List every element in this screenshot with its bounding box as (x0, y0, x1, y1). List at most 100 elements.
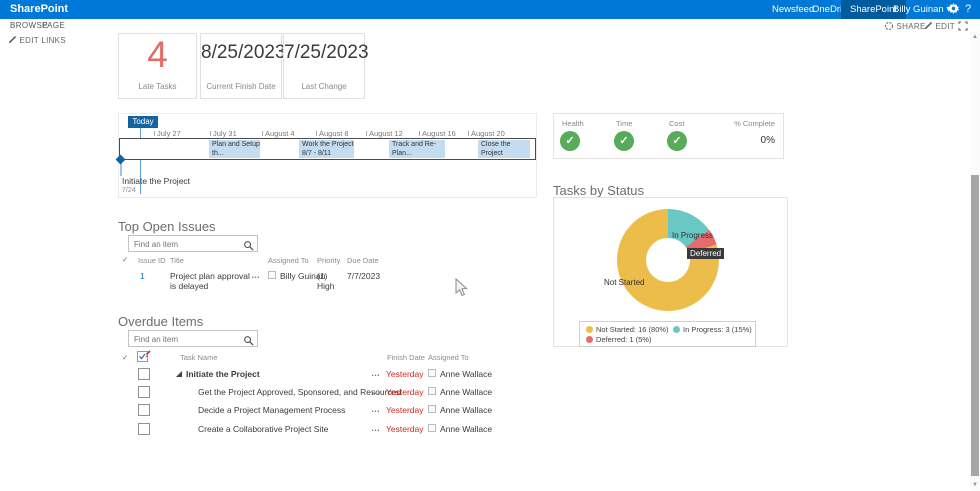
help-button[interactable]: ? (965, 0, 971, 19)
row-checkbox[interactable] (138, 368, 150, 380)
slice-label-deferred: Deferred (687, 248, 724, 259)
col-issue-id[interactable]: Issue ID (138, 256, 166, 265)
milestone-name: Initiate the Project (122, 176, 190, 186)
today-badge: Today (128, 116, 158, 128)
slice-label-not-started: Not Started (604, 278, 644, 287)
task-name[interactable]: Create a Collaborative Project Site (198, 424, 328, 434)
time-label: Time (616, 119, 632, 128)
top-open-issues-title: Top Open Issues (118, 219, 216, 234)
task-name[interactable]: Decide a Project Management Process (198, 405, 345, 415)
help-icon: ? (965, 3, 971, 15)
col-finish-date[interactable]: Finish Date (387, 353, 425, 362)
edit-links-label: EDIT LINKS (20, 36, 66, 45)
row-checkbox[interactable] (138, 404, 150, 416)
select-all-icon[interactable] (137, 350, 151, 368)
share-label: SHARE (897, 22, 926, 31)
task-finish-date: Yesterday (386, 387, 424, 397)
task-assigned-to: Anne Wallace (428, 387, 492, 397)
gear-icon (948, 4, 959, 15)
tile-last-change: 7/25/2023 Last Change (283, 33, 365, 99)
task-ellipsis-menu[interactable]: … (371, 404, 381, 414)
issues-search-input[interactable] (132, 237, 241, 251)
slice-label-in-progress: In Progress (672, 231, 713, 240)
tab-page[interactable]: PAGE (42, 21, 65, 30)
scroll-up-icon[interactable]: ▲ (971, 34, 979, 40)
tasks-by-status-title: Tasks by Status (553, 183, 644, 198)
ribbon-bar: BROWSE PAGE (0, 19, 980, 32)
late-tasks-label: Late Tasks (119, 82, 196, 91)
current-finish-date-label: Current Finish Date (201, 82, 281, 91)
issue-ellipsis-menu[interactable]: … (251, 270, 261, 280)
task-assigned-to: Anne Wallace (428, 424, 492, 434)
scrollbar-thumb[interactable] (971, 175, 979, 476)
row-checkbox[interactable] (138, 386, 150, 398)
scroll-down-icon[interactable]: ▼ (971, 482, 979, 488)
overdue-items-title: Overdue Items (118, 314, 203, 329)
task-finish-date: Yesterday (386, 369, 424, 379)
settings-gear-button[interactable] (948, 0, 959, 19)
presence-icon (428, 387, 436, 395)
col-assigned-to[interactable]: Assigned To (428, 353, 469, 362)
focus-content-button[interactable] (958, 21, 968, 33)
col-priority[interactable]: Priority (317, 256, 340, 265)
row-checkbox[interactable] (138, 423, 150, 435)
user-menu[interactable]: Billy Guinan ▾ (893, 0, 951, 19)
legend-item-deferred: Deferred: 1 (5%) (586, 335, 651, 344)
bar-name: Track and Re-Plan... (392, 141, 436, 157)
task-name[interactable]: Initiate the Project (176, 369, 260, 379)
timeline-date: July 27 (157, 129, 181, 138)
late-tasks-value: 4 (119, 34, 196, 76)
percent-complete-value: 0% (761, 135, 775, 146)
share-button[interactable]: SHARE (884, 21, 926, 31)
col-task-name[interactable]: Task Name (180, 353, 218, 362)
current-finish-date-value: 8/25/2023 (201, 42, 281, 64)
issue-id-link[interactable]: 1 (140, 271, 145, 281)
cost-ok-icon: ✓ (667, 131, 687, 151)
pencil-icon (924, 22, 933, 31)
tasks-by-status-panel: In Progress Deferred Not Started Not Sta… (553, 197, 788, 347)
timeline-band: Plan and Setup th... 7/31 - 8/4 Work the… (119, 138, 536, 160)
presence-icon (428, 405, 436, 413)
share-icon (884, 22, 894, 31)
timeline-bar-close[interactable]: Close the Project 8/21 - 8/25 (478, 140, 530, 158)
task-ellipsis-menu[interactable]: … (371, 386, 381, 396)
fullscreen-icon (958, 24, 968, 33)
milestone-date: 7/24 (122, 187, 136, 194)
task-ellipsis-menu[interactable]: … (371, 423, 381, 433)
sharepoint-logo: SharePoint (10, 3, 68, 15)
presence-icon (428, 369, 436, 377)
chart-legend: Not Started: 16 (80%) In Progress: 3 (15… (579, 321, 756, 347)
timeline-bar-plan[interactable]: Plan and Setup th... 7/31 - 8/4 (209, 140, 260, 158)
issue-due-date: 7/7/2023 (347, 271, 380, 281)
last-change-label: Last Change (284, 82, 364, 91)
task-assigned-to: Anne Wallace (428, 405, 492, 415)
overdue-search-input[interactable] (132, 332, 241, 346)
timeline-date: August 8 (319, 129, 349, 138)
last-change-value: 7/25/2023 (284, 42, 364, 64)
col-title[interactable]: Title (170, 256, 184, 265)
issue-title[interactable]: Project plan approval is delayed (170, 271, 254, 291)
collapse-triangle-icon[interactable] (176, 371, 182, 377)
legend-item-in-progress: In Progress: 3 (15%) (673, 325, 752, 334)
project-timeline: Today July 27 July 31 August 4 August 8 … (118, 113, 537, 198)
presence-icon (428, 424, 436, 432)
health-indicators-panel: Health Time Cost % Complete ✓ ✓ ✓ 0% (553, 113, 784, 159)
col-assigned-to[interactable]: Assigned To (268, 256, 309, 265)
sharepoint-dashboard-page: SharePoint Newsfeed OneDrive SharePoint … (0, 0, 980, 491)
legend-item-not-started: Not Started: 16 (80%) (586, 325, 669, 334)
tile-late-tasks: 4 Late Tasks (118, 33, 197, 99)
task-finish-date: Yesterday (386, 424, 424, 434)
select-column-icon[interactable]: ✓ (122, 255, 128, 264)
col-due-date[interactable]: Due Date (347, 256, 379, 265)
tile-current-finish-date: 8/25/2023 Current Finish Date (200, 33, 282, 99)
in-progress-dot-icon (673, 326, 680, 333)
edit-button[interactable]: EDIT (924, 21, 955, 31)
edit-links-button[interactable]: EDIT LINKS (8, 35, 66, 45)
timeline-date: August 4 (265, 129, 295, 138)
bar-range: 8/7 - 8/11 (302, 150, 331, 157)
select-column-icon[interactable]: ✓ (122, 353, 128, 362)
timeline-bar-work[interactable]: Work the Project 8/7 - 8/11 (299, 140, 354, 158)
user-name: Billy Guinan (893, 4, 944, 15)
task-ellipsis-menu[interactable]: … (371, 368, 381, 378)
timeline-bar-track[interactable]: Track and Re-Plan... 8/14 - 8/18 (389, 140, 445, 158)
